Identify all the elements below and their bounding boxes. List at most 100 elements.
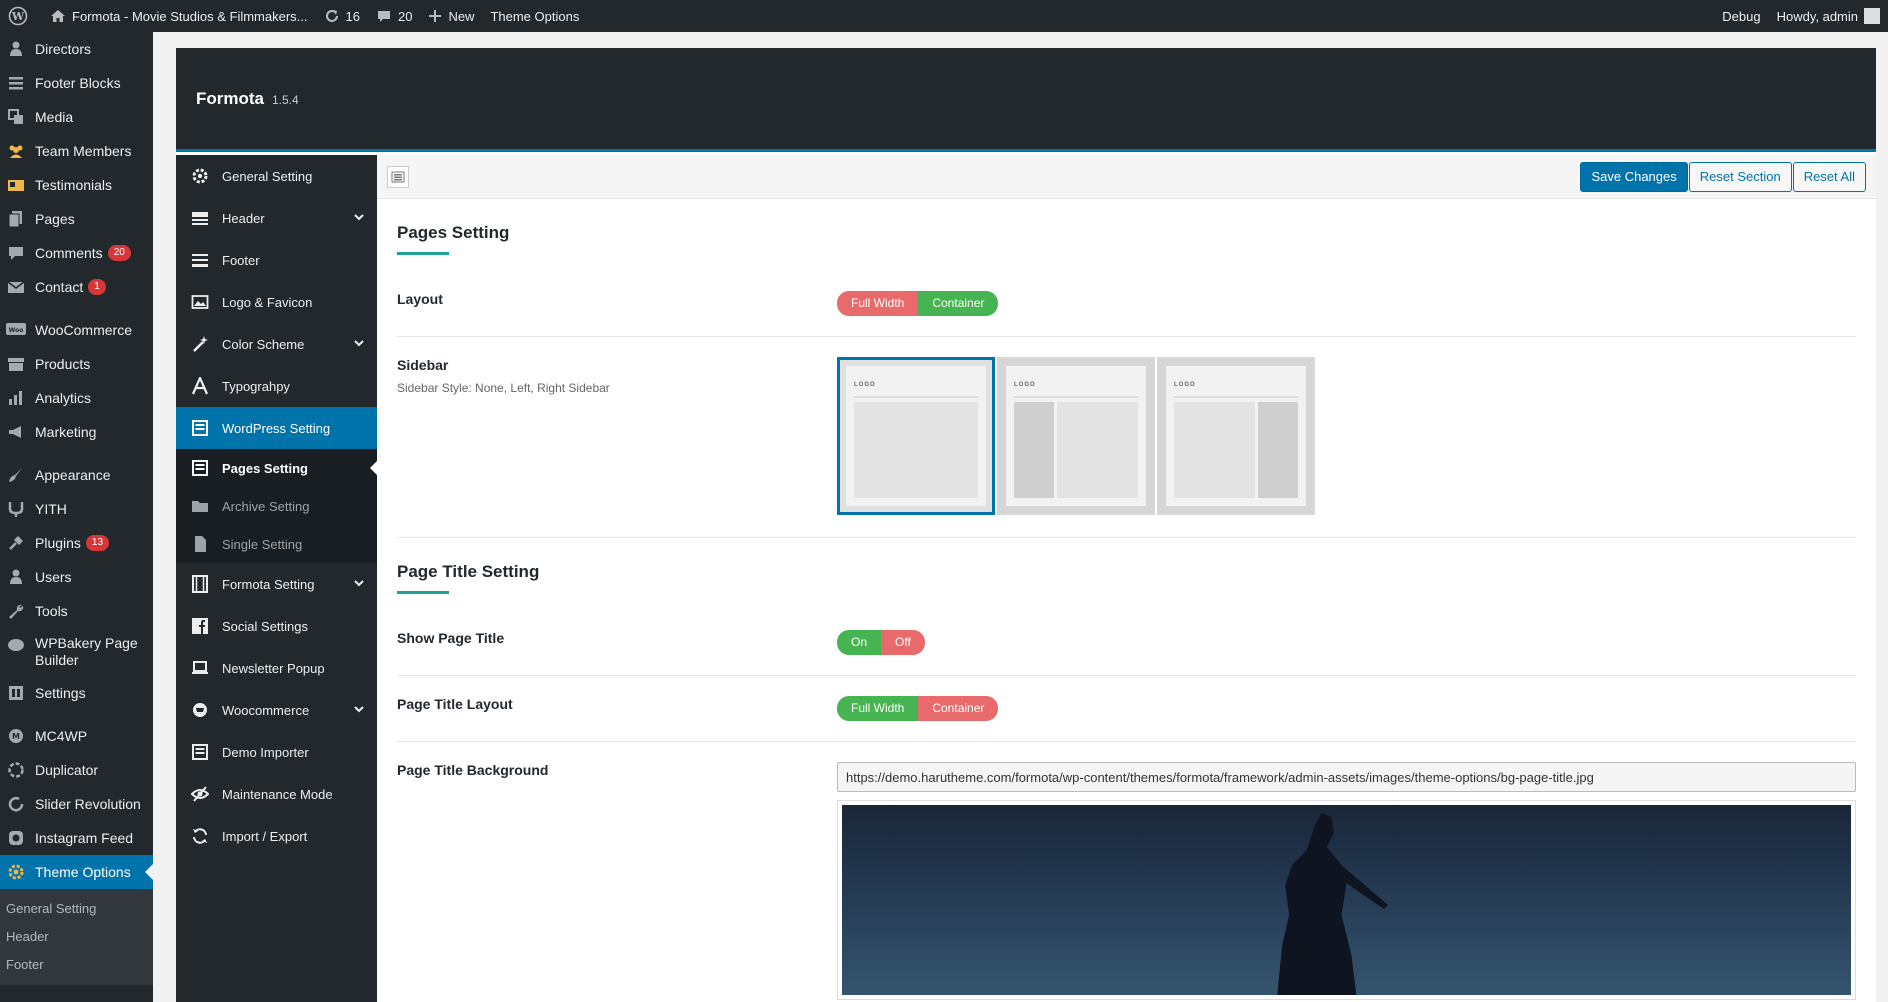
menu-label: Duplicator	[35, 762, 99, 778]
menu-label: Contact	[35, 279, 84, 295]
menu-plugins[interactable]: Plugins 13	[0, 526, 153, 560]
title-layout-row: Page Title Layout Full Width Container	[397, 676, 1856, 742]
nav-header[interactable]: Header	[176, 197, 377, 239]
layout-switch: Full Width Container	[837, 291, 999, 316]
debug-link[interactable]: Debug	[1714, 0, 1768, 32]
title-bg-image	[842, 805, 1851, 995]
duplicator-icon	[6, 760, 26, 780]
menu-products[interactable]: Products	[0, 347, 153, 381]
comment-icon	[6, 243, 26, 263]
nav-formota-setting[interactable]: Formota Setting	[176, 563, 377, 605]
sidebar-option-left[interactable]: LOGO	[997, 357, 1155, 515]
chevron-down-icon	[353, 211, 365, 226]
menu-label: Users	[35, 569, 72, 585]
show-title-on[interactable]: On	[837, 630, 882, 655]
menu-marketing[interactable]: Marketing	[0, 415, 153, 449]
nav-import-export[interactable]: Import / Export	[176, 815, 377, 857]
menu-analytics[interactable]: Analytics	[0, 381, 153, 415]
title-layout-container[interactable]: Container	[918, 696, 999, 721]
new-content-link[interactable]: New	[420, 0, 482, 32]
header-icon	[190, 208, 210, 228]
save-changes-button[interactable]: Save Changes	[1580, 161, 1688, 192]
id-card-icon	[6, 175, 26, 195]
wordpress-logo[interactable]: W	[0, 0, 42, 32]
show-title-off[interactable]: Off	[881, 630, 925, 655]
mc4wp-icon: M	[6, 726, 26, 746]
comments-link[interactable]: 20	[368, 0, 420, 32]
sidebar-option-right[interactable]: LOGO	[1157, 357, 1315, 515]
menu-duplicator[interactable]: Duplicator	[0, 753, 153, 787]
menu-mc4wp[interactable]: M MC4WP	[0, 719, 153, 753]
nav-label: Social Settings	[222, 618, 308, 634]
nav-general-setting[interactable]: General Setting	[176, 155, 377, 197]
submenu-header[interactable]: Header	[0, 923, 153, 951]
gear-icon	[6, 862, 26, 882]
menu-appearance[interactable]: Appearance	[0, 458, 153, 492]
nav-archive-setting[interactable]: Archive Setting	[176, 487, 377, 525]
user-icon	[6, 567, 26, 587]
title-layout-full-width[interactable]: Full Width	[837, 696, 919, 721]
svg-text:W: W	[11, 10, 25, 23]
nav-single-setting[interactable]: Single Setting	[176, 525, 377, 563]
title-bg-url-input[interactable]: https://demo.harutheme.com/formota/wp-co…	[837, 762, 1856, 792]
menu-users[interactable]: Users	[0, 560, 153, 594]
layout-option-container[interactable]: Container	[918, 291, 999, 316]
menu-pages[interactable]: Pages	[0, 202, 153, 236]
debug-label: Debug	[1722, 8, 1761, 24]
megaphone-icon	[6, 422, 26, 442]
nav-label: Newsletter Popup	[222, 660, 325, 676]
nav-newsletter-popup[interactable]: Newsletter Popup	[176, 647, 377, 689]
submenu-footer[interactable]: Footer	[0, 951, 153, 979]
sidebar-description: Sidebar Style: None, Left, Right Sidebar	[397, 381, 610, 395]
menu-woocommerce[interactable]: Woo WooCommerce	[0, 313, 153, 347]
nav-wordpress-setting[interactable]: WordPress Setting	[176, 407, 377, 449]
menu-label: Tools	[35, 603, 68, 619]
nav-demo-importer[interactable]: Demo Importer	[176, 731, 377, 773]
menu-instagram-feed[interactable]: Instagram Feed	[0, 821, 153, 855]
theme-options-submenu: General Setting Header Footer	[0, 889, 153, 985]
menu-team-members[interactable]: Team Members	[0, 134, 153, 168]
shopping-icon	[190, 700, 210, 720]
settings-icon	[6, 683, 26, 703]
show-title-switch: On Off	[837, 630, 925, 655]
sidebar-option-none[interactable]: LOGO	[837, 357, 995, 515]
reset-all-button[interactable]: Reset All	[1792, 161, 1866, 192]
reset-section-button[interactable]: Reset Section	[1688, 161, 1792, 192]
menu-wpbakery[interactable]: WPBakery Page Builder	[0, 628, 153, 676]
menu-label: WPBakery Page Builder	[35, 635, 138, 668]
updates-link[interactable]: 16	[316, 0, 368, 32]
theme-options-link[interactable]: Theme Options	[482, 0, 587, 32]
menu-media[interactable]: Media	[0, 100, 153, 134]
nav-footer[interactable]: Footer	[176, 239, 377, 281]
nav-social-settings[interactable]: Social Settings	[176, 605, 377, 647]
sidebar-layout-picker: LOGO LOGO LOGO	[837, 357, 1856, 515]
nav-logo-favicon[interactable]: Logo & Favicon	[176, 281, 377, 323]
menu-tools[interactable]: Tools	[0, 594, 153, 628]
submenu-general-setting[interactable]: General Setting	[0, 895, 153, 923]
menu-directors[interactable]: Directors	[0, 32, 153, 66]
menu-label: Analytics	[35, 390, 92, 406]
nav-pages-setting[interactable]: Pages Setting	[176, 449, 377, 487]
menu-footer-blocks[interactable]: Footer Blocks	[0, 66, 153, 100]
menu-contact[interactable]: Contact 1	[0, 270, 153, 304]
menu-comments[interactable]: Comments 20	[0, 236, 153, 270]
site-name-link[interactable]: Formota - Movie Studios & Filmmakers...	[42, 0, 316, 32]
menu-yith[interactable]: YITH	[0, 492, 153, 526]
expand-toggle-button[interactable]	[387, 165, 409, 188]
menu-label: Footer Blocks	[35, 75, 121, 91]
menu-settings[interactable]: Settings	[0, 676, 153, 710]
menu-testimonials[interactable]: Testimonials	[0, 168, 153, 202]
wrench-icon	[6, 601, 26, 621]
nav-typography[interactable]: Typograhpy	[176, 365, 377, 407]
menu-theme-options[interactable]: Theme Options	[0, 855, 153, 889]
account-menu[interactable]: Howdy, admin	[1769, 0, 1888, 32]
layout-option-full-width[interactable]: Full Width	[837, 291, 919, 316]
nav-label: Formota Setting	[222, 576, 315, 592]
theme-options-panel: Formota 1.5.4 General Setting Header Foo…	[176, 48, 1876, 1002]
nav-woocommerce[interactable]: Woocommerce	[176, 689, 377, 731]
plugins-badge: 13	[85, 535, 110, 551]
menu-slider-revolution[interactable]: Slider Revolution	[0, 787, 153, 821]
silhouette-figure	[1277, 813, 1389, 995]
nav-color-scheme[interactable]: Color Scheme	[176, 323, 377, 365]
nav-maintenance-mode[interactable]: Maintenance Mode	[176, 773, 377, 815]
